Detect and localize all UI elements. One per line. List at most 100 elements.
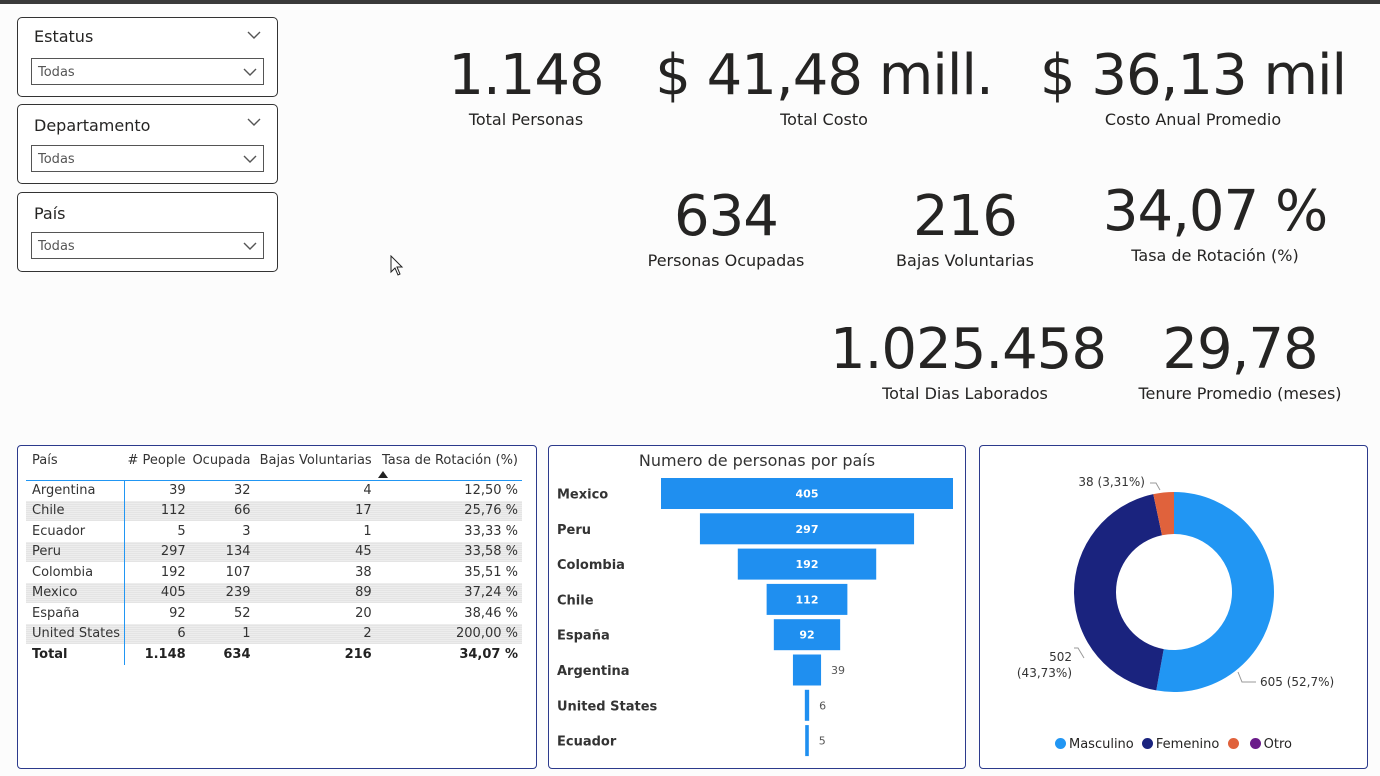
table-cell: Colombia [26, 562, 126, 583]
legend-label: Otro [1263, 737, 1292, 752]
column-header[interactable]: Ocupada [190, 446, 255, 480]
table-cell: 3 [242, 523, 251, 539]
table-cell: Mexico [26, 582, 126, 603]
mouse-cursor-icon [390, 255, 404, 276]
kpi-value: 634 [674, 184, 779, 249]
chart-title: Numero de personas por país [639, 451, 875, 470]
table-cell: 239 [189, 582, 255, 603]
table-total-row: Total 1.148 634 216 34,07 % [26, 644, 522, 665]
table-cell: 405 [124, 582, 190, 603]
slicer-value: Todas [38, 152, 75, 167]
legend-item[interactable] [1227, 737, 1242, 752]
table-cell: Chile [26, 500, 126, 521]
leader-line [1237, 671, 1256, 683]
kpi-value: 216 [913, 184, 1018, 249]
kpi-tasa-rotacion: 34,07 % Tasa de Rotación (%) [1100, 180, 1330, 266]
table-row[interactable]: Chile 112 66 17 25,76 % [26, 500, 522, 521]
slicer-title: Departamento [34, 116, 151, 135]
country-table: País # People Ocupada Bajas Voluntarias … [26, 446, 522, 665]
table-cell: 112 [124, 500, 190, 521]
category-label: Peru [557, 523, 591, 538]
slicer-value: Todas [38, 65, 75, 80]
kpi-total-costo: $ 41,48 mill. Total Costo [654, 43, 994, 130]
slicer-dropdown[interactable]: Todas [31, 232, 264, 259]
table-cell: 89 [254, 582, 376, 603]
legend-item[interactable]: Otro [1249, 737, 1292, 752]
table-row[interactable]: United States 6 1 2 200,00 % [26, 623, 522, 644]
table-row[interactable]: Argentina 39 32 4 12,50 % [26, 480, 522, 501]
donut-chart: 605 (52,7%) 502 (43,73%) 38 (3,31%) [1017, 475, 1334, 692]
kpi-value: 29,78 [1162, 317, 1318, 382]
table-cell: 1 [189, 623, 255, 644]
kpi-value: $ 41,48 mill. [655, 43, 994, 108]
table-cell: Peru [26, 541, 126, 562]
kpi-bajas-voluntarias: 216 Bajas Voluntarias [865, 184, 1065, 271]
funnel-chart: Numero de personas por país Mexico 405 Peru… [557, 451, 953, 757]
table-cell: 1 [363, 523, 372, 539]
category-label: United States [557, 699, 658, 714]
table-cell: 38 [355, 564, 372, 580]
kpi-label: Total Personas [468, 110, 584, 129]
data-label: 92 [799, 629, 814, 642]
data-label: 192 [796, 558, 819, 571]
kpi-label: Tenure Promedio (meses) [1138, 384, 1342, 403]
slicer-pais[interactable]: País Todas [17, 192, 278, 272]
sort-ascending-icon [377, 470, 388, 478]
table-cell: 32 [233, 483, 251, 498]
top-bar [0, 0, 1380, 4]
column-header[interactable]: # People [125, 446, 190, 480]
slicer-dropdown[interactable]: Todas [31, 58, 264, 85]
column-header-sorted[interactable]: Tasa de Rotación (%) [376, 446, 522, 480]
funnel-bar[interactable] [805, 725, 809, 757]
table-cell: 107 [225, 564, 251, 580]
column-header-label: Tasa de Rotación (%) [381, 452, 518, 468]
table-cell: United States [26, 623, 126, 644]
slicer-estatus[interactable]: Estatus Todas [17, 17, 278, 97]
table-cell: 4 [363, 483, 372, 498]
funnel-bar[interactable] [792, 654, 822, 686]
chevron-down-icon [243, 68, 257, 76]
table-cell: 45 [254, 541, 376, 562]
legend-dot [1249, 738, 1261, 749]
table-cell: 33,58 % [375, 541, 522, 562]
table-cell: 297 [124, 541, 190, 562]
data-label: 39 [831, 664, 845, 677]
slicer-dropdown[interactable]: Todas [31, 145, 264, 172]
table-cell: 92 [169, 605, 186, 621]
kpi-personas-ocupadas: 634 Personas Ocupadas [626, 184, 826, 271]
legend-item[interactable]: Femenino [1141, 737, 1219, 752]
table-cell: 1.148 [144, 646, 186, 662]
chevron-down-icon [243, 155, 257, 163]
slicer-departamento[interactable]: Departamento Todas [17, 104, 278, 184]
slicer-title: País [34, 204, 66, 223]
table-row[interactable]: Ecuador 5 3 1 33,33 % [26, 521, 522, 542]
table-row[interactable]: España 92 52 20 38,46 % [26, 603, 522, 624]
chevron-down-icon[interactable] [247, 115, 261, 129]
table-row[interactable]: Colombia 192 107 38 35,51 % [26, 562, 522, 583]
table-card: País # People Ocupada Bajas Voluntarias … [17, 445, 537, 769]
chevron-down-icon[interactable] [247, 28, 261, 42]
donut-slice[interactable] [1074, 494, 1164, 691]
kpi-label: Costo Anual Promedio [1104, 110, 1282, 129]
table-cell: 5 [177, 523, 186, 539]
category-label: Chile [557, 593, 594, 608]
data-label: 502 [1049, 650, 1072, 664]
kpi-total-personas: 1.148 Total Personas [426, 44, 626, 130]
slicer-value: Todas [38, 239, 75, 254]
column-header[interactable]: Bajas Voluntarias [255, 446, 376, 480]
legend-item[interactable]: Masculino [1054, 737, 1134, 752]
data-label: 5 [819, 735, 826, 748]
table-row[interactable]: Peru 297 134 45 33,58 % [26, 541, 522, 562]
table-row[interactable]: Mexico 405 239 89 37,24 % [26, 582, 522, 603]
table-cell: Ecuador [26, 521, 126, 542]
column-header[interactable]: País [26, 446, 125, 480]
category-label: Ecuador [557, 735, 617, 750]
table-cell: 20 [355, 605, 372, 621]
category-label: Colombia [557, 558, 625, 573]
table-cell: 17 [254, 500, 376, 521]
table-cell: 200,00 % [375, 623, 522, 644]
funnel-bar[interactable] [804, 689, 810, 721]
table-cell: España [26, 603, 126, 624]
kpi-tenure: 29,78 Tenure Promedio (meses) [1120, 317, 1360, 404]
chevron-down-icon [243, 242, 257, 250]
